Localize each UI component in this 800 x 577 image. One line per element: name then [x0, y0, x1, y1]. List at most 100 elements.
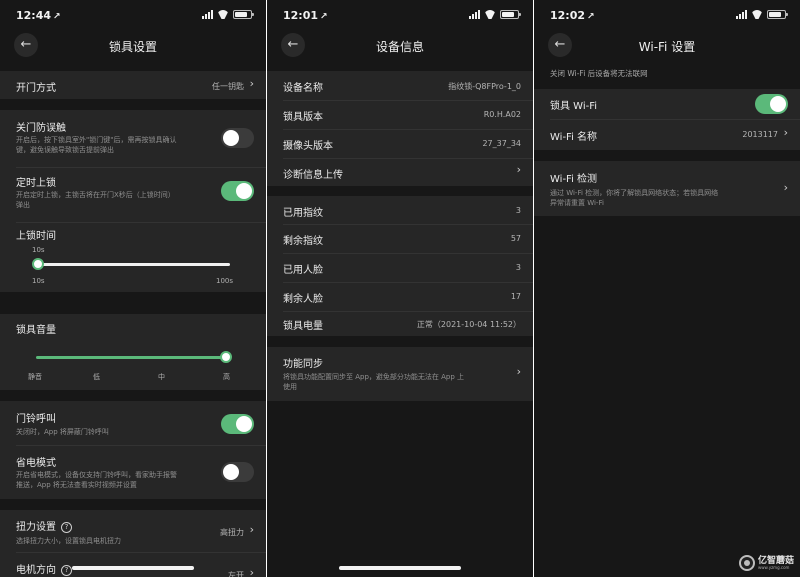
- lock-time-current: 10s: [32, 246, 45, 254]
- page-title: 锁具设置: [108, 40, 157, 54]
- torque-label: 扭力设置?: [16, 518, 72, 533]
- info-value: R0.H.A02: [483, 110, 521, 119]
- wifi-icon: [484, 10, 496, 19]
- volume-tick-mute: 静音: [28, 373, 42, 381]
- lock-time-label: 上锁时间: [16, 231, 56, 242]
- info-value: 正常（2021-10-04 11:52）: [416, 320, 521, 329]
- lock-wifi-toggle[interactable]: [755, 94, 788, 114]
- cellular-signal-icon: [202, 10, 213, 19]
- camera-version-row: 摄像头版本 27_37_34: [267, 129, 533, 158]
- torque-row[interactable]: 扭力设置? 选择扭力大小，设置锁具电机扭力 高扭力 ›: [0, 510, 266, 552]
- device-info-screen: 12:01 ↗ ← 设备信息 设备名称 指纹锁-Q8FPro-1_0 锁具版本 R…: [267, 0, 533, 577]
- wifi-check-desc-2: 异常请重置 Wi-Fi: [550, 199, 604, 207]
- info-value: 3: [515, 263, 521, 272]
- anti-mistouch-desc-2: 键，避免误触导致锁舌提前弹出: [16, 146, 114, 154]
- doorbell-toggle[interactable]: [221, 414, 254, 434]
- lock-time-slider-thumb[interactable]: [32, 258, 44, 270]
- home-indicator: [339, 566, 461, 570]
- wifi-icon: [217, 10, 229, 19]
- volume-slider-track[interactable]: [36, 356, 226, 359]
- volume-tick-mid: 中: [158, 373, 165, 381]
- remaining-face-row: 剩余人脸 17: [267, 282, 533, 311]
- battery-icon: [233, 10, 254, 19]
- page-title: 设备信息: [375, 40, 424, 54]
- battery-icon: [767, 10, 788, 19]
- help-icon[interactable]: ?: [61, 565, 72, 576]
- lock-wifi-row: 锁具 Wi-Fi: [534, 89, 800, 119]
- lock-settings-screen: 12:44 ↗ ← 锁具设置 开门方式 任一钥匙 › 关门防误触 开启后，按下锁具…: [0, 0, 266, 577]
- nav-bar: ← 设备信息: [267, 30, 533, 60]
- doorbell-label: 门铃呼叫: [16, 414, 56, 425]
- cellular-signal-icon: [736, 10, 747, 19]
- volume-row: 锁具音量 静音 低 中 高: [0, 314, 266, 390]
- lock-wifi-label: 锁具 Wi-Fi: [550, 101, 598, 112]
- status-bar: 12:01 ↗: [267, 0, 533, 30]
- info-label: 剩余人脸: [283, 294, 323, 305]
- info-value: 27_37_34: [482, 139, 521, 148]
- power-saving-toggle[interactable]: [221, 462, 254, 482]
- wifi-name-label: Wi-Fi 名称: [550, 132, 598, 143]
- status-icons: [736, 10, 788, 19]
- nav-bar: ← Wi-Fi 设置: [534, 30, 800, 60]
- status-time: 12:02 ↗: [550, 9, 595, 22]
- wifi-name-value: 2013117: [742, 130, 778, 139]
- site-watermark: 亿智蘑菇 www.yzmg.com: [738, 555, 794, 571]
- timed-lock-desc-2: 弹出: [16, 201, 30, 209]
- used-fingerprint-row: 已用指纹 3: [267, 196, 533, 224]
- doorbell-row: 门铃呼叫 关闭时，App 将屏蔽门铃呼叫: [0, 401, 266, 445]
- location-arrow-icon: ↗: [320, 12, 328, 22]
- nav-bar: ← 锁具设置: [0, 30, 266, 60]
- battery-icon: [500, 10, 521, 19]
- remaining-fingerprint-row: 剩余指纹 57: [267, 224, 533, 253]
- battery-level-row: 锁具电量 正常（2021-10-04 11:52）: [267, 311, 533, 336]
- anti-mistouch-toggle[interactable]: [221, 128, 254, 148]
- function-sync-row[interactable]: 功能同步 将锁具功能配置同步至 App，避免部分功能无法在 App 上 使用 ›: [267, 347, 533, 401]
- function-sync-desc-2: 使用: [283, 383, 297, 391]
- wifi-check-label: Wi-Fi 检测: [550, 174, 598, 185]
- info-label: 剩余指纹: [283, 236, 323, 247]
- volume-tick-low: 低: [93, 373, 100, 381]
- info-label: 已用指纹: [283, 208, 323, 219]
- power-saving-label: 省电模式: [16, 458, 56, 469]
- timed-lock-row: 定时上锁 开启定时上锁，主锁舌将在开门X秒后（上锁时间） 弹出: [0, 167, 266, 222]
- info-label: 摄像头版本: [283, 141, 333, 152]
- wifi-check-row[interactable]: Wi-Fi 检测 通过 Wi-Fi 检测，你将了解锁具网络状态；若锁具网络 异常…: [534, 161, 800, 216]
- wifi-name-row[interactable]: Wi-Fi 名称 2013117 ›: [534, 119, 800, 150]
- timed-lock-label: 定时上锁: [16, 178, 56, 189]
- info-value: 指纹锁-Q8FPro-1_0: [448, 82, 521, 91]
- mushroom-logo-icon: [738, 555, 755, 571]
- unlock-method-value: 任一钥匙: [212, 82, 244, 91]
- lock-version-row: 锁具版本 R0.H.A02: [267, 100, 533, 129]
- timed-lock-toggle[interactable]: [221, 181, 254, 201]
- volume-tick-high: 高: [223, 373, 230, 381]
- wifi-settings-screen: 12:02 ↗ ← Wi-Fi 设置 关闭 Wi-Fi 后设备将无法联网 锁具 W…: [534, 0, 800, 577]
- chevron-right-icon: ›: [783, 181, 788, 194]
- page-title: Wi-Fi 设置: [638, 40, 696, 54]
- chevron-right-icon: ›: [249, 566, 254, 577]
- help-icon[interactable]: ?: [61, 522, 72, 533]
- home-indicator: [72, 566, 194, 570]
- anti-mistouch-desc-1: 开启后，按下锁具室外"锁门键"后，需再按锁具确认: [16, 136, 177, 144]
- device-name-row: 设备名称 指纹锁-Q8FPro-1_0: [267, 71, 533, 100]
- wifi-icon: [751, 10, 763, 19]
- function-sync-label: 功能同步: [283, 359, 323, 370]
- chevron-right-icon: ›: [249, 523, 254, 536]
- chevron-right-icon: ›: [516, 163, 521, 176]
- chevron-right-icon: ›: [783, 126, 788, 139]
- status-icons: [469, 10, 521, 19]
- info-label: 锁具版本: [283, 112, 323, 123]
- location-arrow-icon: ↗: [53, 12, 61, 22]
- unlock-method-label: 开门方式: [16, 83, 56, 94]
- wifi-note: 关闭 Wi-Fi 后设备将无法联网: [550, 69, 648, 78]
- chevron-right-icon: ›: [516, 365, 521, 378]
- lock-time-max: 100s: [216, 277, 234, 285]
- anti-mistouch-label: 关门防误触: [16, 123, 66, 134]
- status-bar: 12:02 ↗: [534, 0, 800, 30]
- info-label: 诊断信息上传: [283, 170, 343, 181]
- diagnostic-upload-row[interactable]: 诊断信息上传 ›: [267, 158, 533, 186]
- lock-time-slider-track[interactable]: [38, 263, 230, 266]
- unlock-method-row[interactable]: 开门方式 任一钥匙 ›: [0, 71, 266, 99]
- power-saving-desc-1: 开启省电模式，设备仅支持门铃呼叫，看家助手报警: [16, 471, 177, 479]
- motor-direction-row[interactable]: 电机方向? 左开 ›: [0, 552, 266, 577]
- volume-slider-thumb[interactable]: [220, 351, 232, 363]
